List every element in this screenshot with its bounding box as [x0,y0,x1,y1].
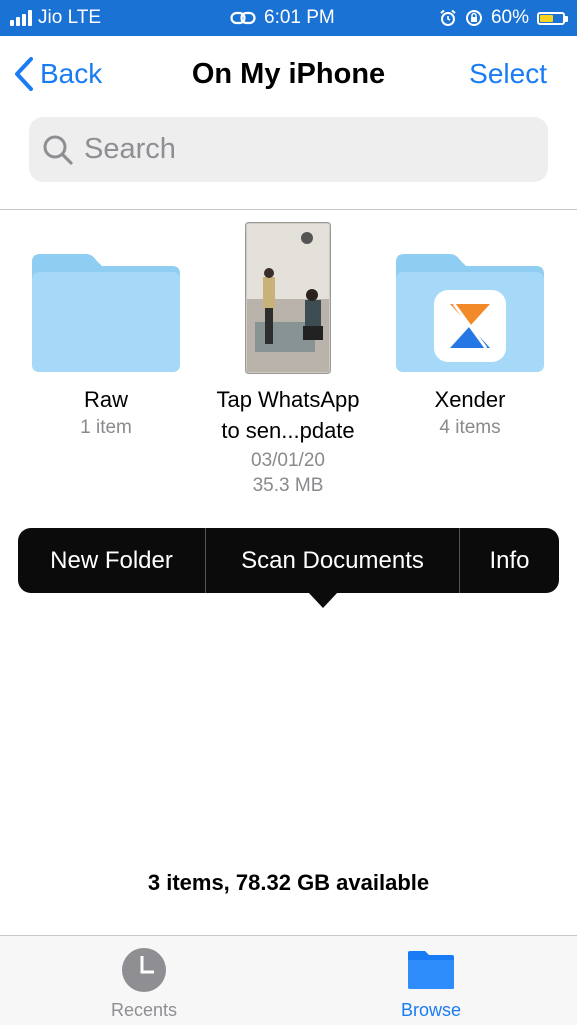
battery-icon [537,11,568,25]
file-item-video[interactable]: Tap WhatsApp to sen...pdate 03/01/20 35.… [198,222,378,498]
menu-item-info[interactable]: Info [460,528,559,593]
folder-icon [408,951,454,989]
menu-item-new-folder[interactable]: New Folder [18,528,205,593]
context-menu: New Folder Scan Documents Info [18,528,559,593]
tab-label-recents: Recents [110,1000,178,1020]
select-button[interactable]: Select [469,58,547,90]
item-meta: 4 items [439,417,501,438]
item-size: 35.3 MB [252,475,324,496]
item-meta: 1 item [80,417,132,438]
folder-icon [32,254,180,372]
item-name: Xender [434,387,506,412]
status-right: 60% [439,7,568,29]
hotspot-link-icon [230,11,256,25]
folder-item-xender[interactable]: Xender 4 items [390,252,550,440]
storage-summary: 3 items, 78.32 GB available [147,870,430,895]
item-name-line2: to sen...pdate [221,418,355,443]
rotation-lock-icon [465,10,482,26]
context-menu-arrow [308,592,338,608]
folder-item-raw[interactable]: Raw 1 item [26,252,186,440]
item-name: Raw [83,387,128,412]
xender-folder-icon [396,254,544,372]
carrier-label: Jio LTE [38,7,102,28]
tab-recents[interactable]: Recents [44,936,244,1025]
battery-fill [540,14,553,22]
tab-label-browse: Browse [400,1000,462,1020]
search-bar[interactable] [29,117,548,182]
time-label: 6:01 PM [264,7,335,28]
search-input[interactable] [84,133,504,166]
menu-item-scan-documents[interactable]: Scan Documents [206,528,459,593]
tab-browse[interactable]: Browse [331,936,531,1025]
divider [0,209,577,210]
status-bar: Jio LTE 6:01 PM 60% [0,0,577,36]
alarm-icon [440,9,456,26]
video-thumbnail [245,222,331,374]
search-icon [43,135,73,165]
item-date: 03/01/20 [251,450,325,471]
clock-icon [122,948,166,992]
item-name-line1: Tap WhatsApp [216,387,360,412]
signal-strength-icon [10,10,32,26]
status-center: 6:01 PM [230,7,335,29]
navigation-bar: Back On My iPhone Select [0,36,577,116]
tab-bar: Recents Browse [0,935,577,1025]
battery-percent: 60% [490,7,529,28]
status-left: Jio LTE [10,7,101,29]
